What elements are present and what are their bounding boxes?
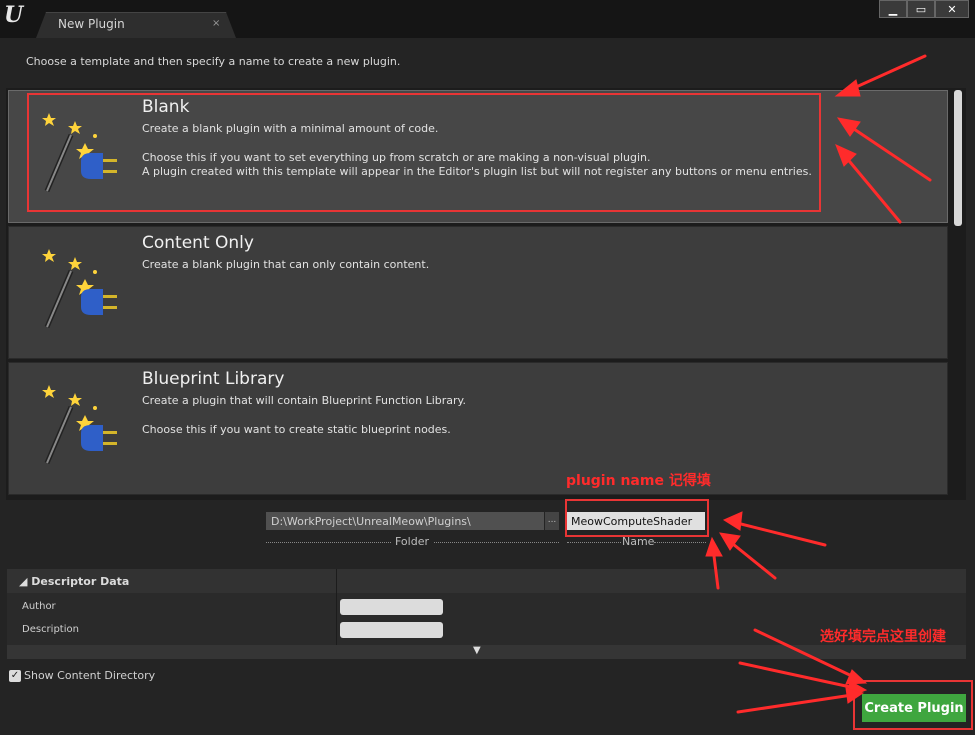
name-divider bbox=[567, 542, 621, 543]
close-button[interactable]: ✕ bbox=[935, 0, 969, 18]
description-label: Description bbox=[22, 624, 79, 635]
folder-path-input[interactable] bbox=[266, 512, 544, 530]
plugin-wand-icon bbox=[35, 381, 125, 469]
template-list-scrollbar[interactable] bbox=[954, 90, 962, 226]
template-blueprint-library[interactable]: Blueprint Library Create a plugin that w… bbox=[8, 362, 948, 495]
show-content-label: Show Content Directory bbox=[24, 669, 156, 682]
author-input[interactable] bbox=[340, 599, 443, 615]
author-label: Author bbox=[22, 601, 56, 612]
name-divider bbox=[654, 542, 706, 543]
tab-close-icon[interactable]: × bbox=[212, 18, 220, 29]
annotation-create: 选好填完点这里创建 bbox=[820, 629, 946, 645]
title-bar: U New Plugin × ▁ ▭ ✕ bbox=[0, 0, 975, 38]
minimize-button[interactable]: ▁ bbox=[879, 0, 907, 18]
template-description: Create a blank plugin that can only cont… bbox=[142, 258, 430, 271]
folder-divider bbox=[266, 542, 391, 543]
annotation-box-create bbox=[853, 680, 973, 730]
tab-new-plugin[interactable]: New Plugin × bbox=[36, 12, 236, 38]
description-input[interactable] bbox=[340, 622, 443, 638]
tab-label: New Plugin bbox=[58, 17, 125, 31]
descriptor-row-author: Author bbox=[7, 597, 966, 619]
dialog-subtitle: Choose a template and then specify a nam… bbox=[26, 55, 401, 68]
descriptor-title: ◢ Descriptor Data bbox=[19, 575, 130, 588]
maximize-button[interactable]: ▭ bbox=[907, 0, 935, 18]
template-description: Choose this if you want to create static… bbox=[142, 423, 451, 436]
folder-label: Folder bbox=[395, 535, 429, 548]
unreal-logo-icon: U bbox=[4, 2, 24, 28]
template-content-only[interactable]: Content Only Create a blank plugin that … bbox=[8, 226, 948, 359]
annotation-box-name bbox=[565, 499, 709, 537]
plugin-wand-icon bbox=[35, 245, 125, 333]
chevron-down-icon: ▼ bbox=[473, 645, 481, 656]
annotation-box-blank bbox=[27, 93, 821, 212]
browse-folder-button[interactable]: ... bbox=[545, 512, 559, 530]
template-name: Blueprint Library bbox=[142, 369, 285, 389]
window-controls: ▁ ▭ ✕ bbox=[879, 0, 969, 18]
show-content-checkbox[interactable]: ✓ bbox=[9, 670, 21, 682]
annotation-plugin-name: plugin name 记得填 bbox=[566, 473, 711, 489]
descriptor-expand[interactable]: ▼ bbox=[7, 645, 966, 659]
template-description: Create a plugin that will contain Bluepr… bbox=[142, 394, 466, 407]
folder-divider bbox=[434, 542, 559, 543]
descriptor-header[interactable]: ◢ Descriptor Data bbox=[7, 569, 966, 593]
template-name: Content Only bbox=[142, 233, 254, 253]
